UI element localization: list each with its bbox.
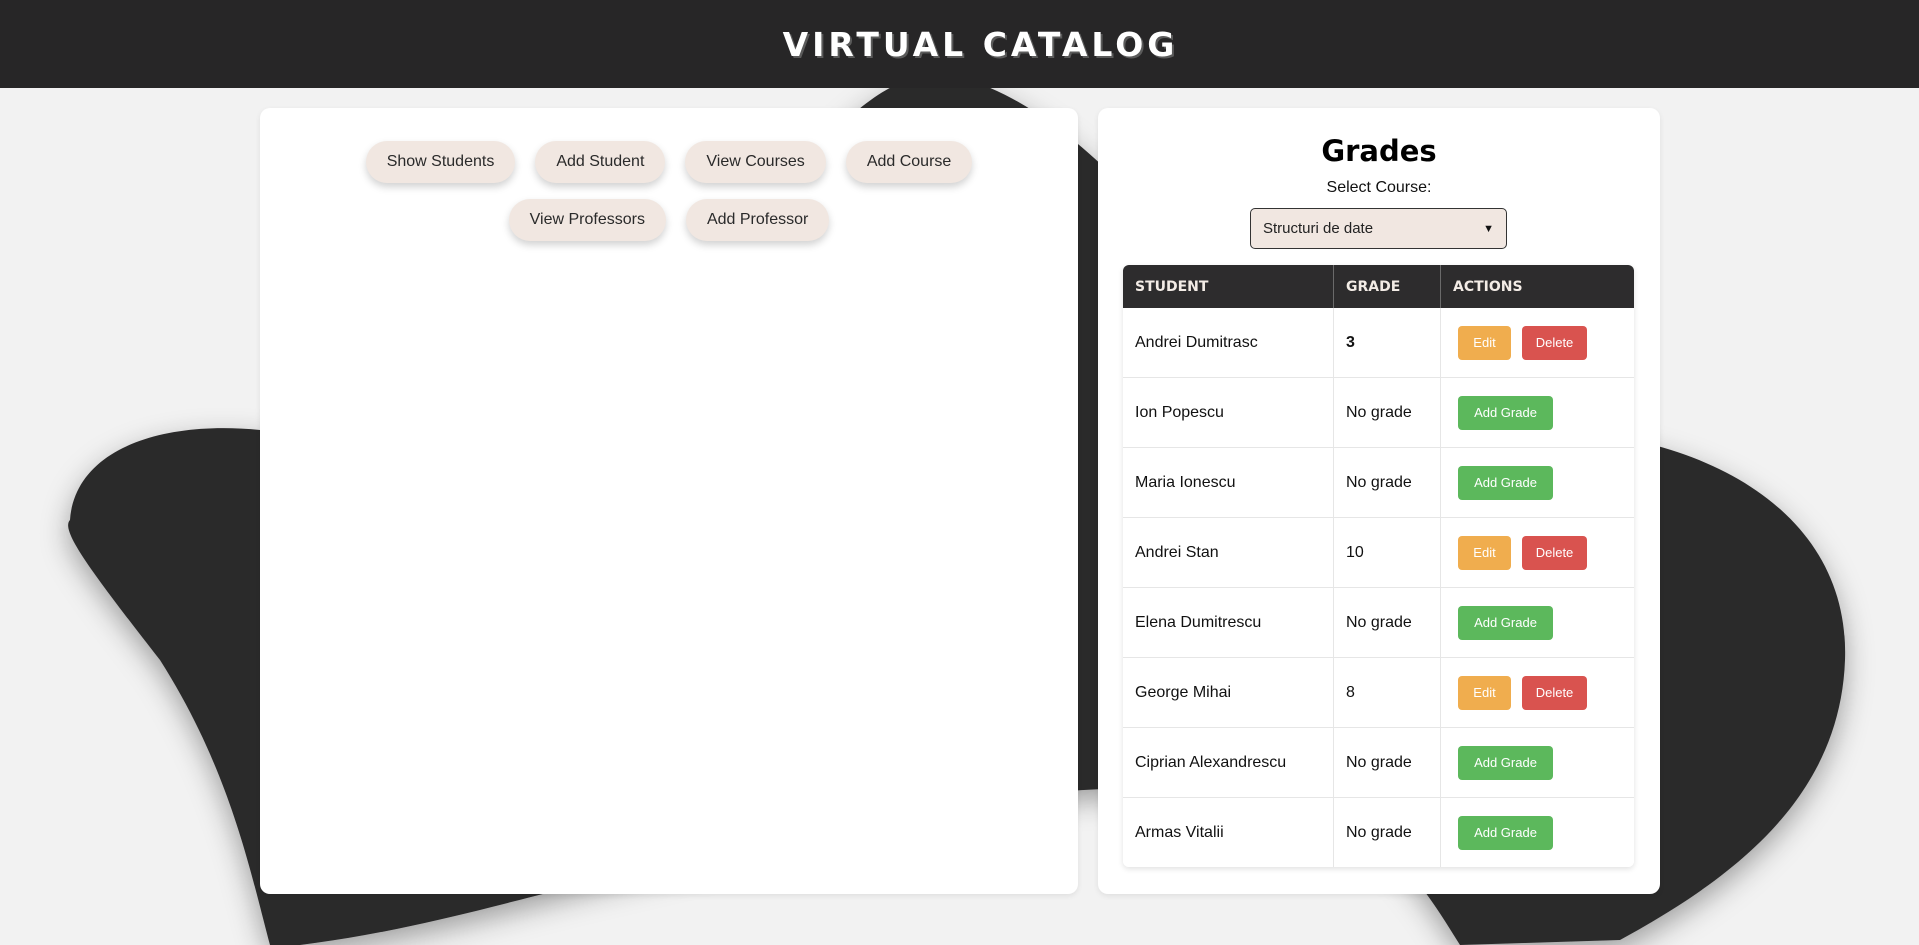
student-name: Andrei Stan xyxy=(1123,517,1334,588)
actions-cell: Add Grade xyxy=(1440,447,1634,518)
actions-cell: Add Grade xyxy=(1440,797,1634,867)
edit-grade-button[interactable]: Edit xyxy=(1458,675,1511,710)
nav-row-secondary: View Professors Add Professor xyxy=(260,199,1078,241)
actions-cell: Add Grade xyxy=(1440,587,1634,658)
grade-value: No grade xyxy=(1333,587,1441,658)
selected-course-value: Structuri de date xyxy=(1263,220,1374,237)
table-header-row: STUDENT GRADE ACTIONS xyxy=(1123,265,1634,308)
table-row: Ion Popescu No grade Add Grade xyxy=(1123,377,1634,448)
table-row: Armas Vitalii No grade Add Grade xyxy=(1123,797,1634,867)
nav-row-primary: Show Students Add Student View Courses A… xyxy=(260,141,1078,183)
add-course-button[interactable]: Add Course xyxy=(845,141,973,183)
add-grade-button[interactable]: Add Grade xyxy=(1458,395,1553,430)
actions-cell: Edit Delete xyxy=(1440,657,1634,728)
add-grade-button[interactable]: Add Grade xyxy=(1458,815,1553,850)
add-grade-button[interactable]: Add Grade xyxy=(1458,745,1553,780)
grade-value: No grade xyxy=(1333,447,1441,518)
table-row: Elena Dumitrescu No grade Add Grade xyxy=(1123,587,1634,658)
table-row: Maria Ionescu No grade Add Grade xyxy=(1123,447,1634,518)
navigation-panel: Show Students Add Student View Courses A… xyxy=(260,108,1078,894)
student-name: Maria Ionescu xyxy=(1123,447,1334,518)
student-name: Andrei Dumitrasc xyxy=(1123,308,1334,378)
table-row: George Mihai 8 Edit Delete xyxy=(1123,657,1634,728)
grade-value: No grade xyxy=(1333,727,1441,798)
actions-cell: Add Grade xyxy=(1440,377,1634,448)
delete-grade-button[interactable]: Delete xyxy=(1522,325,1587,360)
delete-grade-button[interactable]: Delete xyxy=(1522,675,1587,710)
table-row: Ciprian Alexandrescu No grade Add Grade xyxy=(1123,727,1634,798)
grade-value: 10 xyxy=(1333,517,1441,588)
table-row: Andrei Stan 10 Edit Delete xyxy=(1123,517,1634,588)
view-courses-button[interactable]: View Courses xyxy=(685,141,826,183)
grade-value: 3 xyxy=(1333,308,1441,378)
column-header-actions: ACTIONS xyxy=(1440,265,1634,308)
student-name: George Mihai xyxy=(1123,657,1334,728)
student-name: Ciprian Alexandrescu xyxy=(1123,727,1334,798)
add-student-button[interactable]: Add Student xyxy=(535,141,666,183)
delete-grade-button[interactable]: Delete xyxy=(1522,535,1587,570)
grade-value: 8 xyxy=(1333,657,1441,728)
grades-table: STUDENT GRADE ACTIONS Andrei Dumitrasc 3… xyxy=(1123,265,1634,867)
site-title: VIRTUAL CATALOG xyxy=(782,24,1179,64)
view-professors-button[interactable]: View Professors xyxy=(508,199,666,241)
select-course-label: Select Course: xyxy=(1326,179,1432,196)
grades-panel: Grades Select Course: Structuri de date … xyxy=(1098,108,1660,894)
course-select[interactable]: Structuri de date ▼ xyxy=(1250,208,1507,249)
show-students-button[interactable]: Show Students xyxy=(365,141,516,183)
edit-grade-button[interactable]: Edit xyxy=(1458,325,1511,360)
add-grade-button[interactable]: Add Grade xyxy=(1458,605,1553,640)
column-header-student: STUDENT xyxy=(1123,265,1334,308)
page-root: VIRTUAL CATALOG Show Students Add Studen… xyxy=(0,0,1919,945)
actions-cell: Add Grade xyxy=(1440,727,1634,798)
student-name: Armas Vitalii xyxy=(1123,797,1334,867)
add-professor-button[interactable]: Add Professor xyxy=(685,199,830,241)
actions-cell: Edit Delete xyxy=(1440,517,1634,588)
add-grade-button[interactable]: Add Grade xyxy=(1458,465,1553,500)
student-name: Ion Popescu xyxy=(1123,377,1334,448)
grade-value: No grade xyxy=(1333,797,1441,867)
table-row: Andrei Dumitrasc 3 Edit Delete xyxy=(1123,308,1634,378)
student-name: Elena Dumitrescu xyxy=(1123,587,1334,658)
grade-value: No grade xyxy=(1333,377,1441,448)
chevron-down-icon: ▼ xyxy=(1483,222,1494,235)
column-header-grade: GRADE xyxy=(1333,265,1441,308)
app-header: VIRTUAL CATALOG xyxy=(0,0,1919,88)
actions-cell: Edit Delete xyxy=(1440,308,1634,378)
edit-grade-button[interactable]: Edit xyxy=(1458,535,1511,570)
grades-title: Grades xyxy=(1321,134,1437,168)
